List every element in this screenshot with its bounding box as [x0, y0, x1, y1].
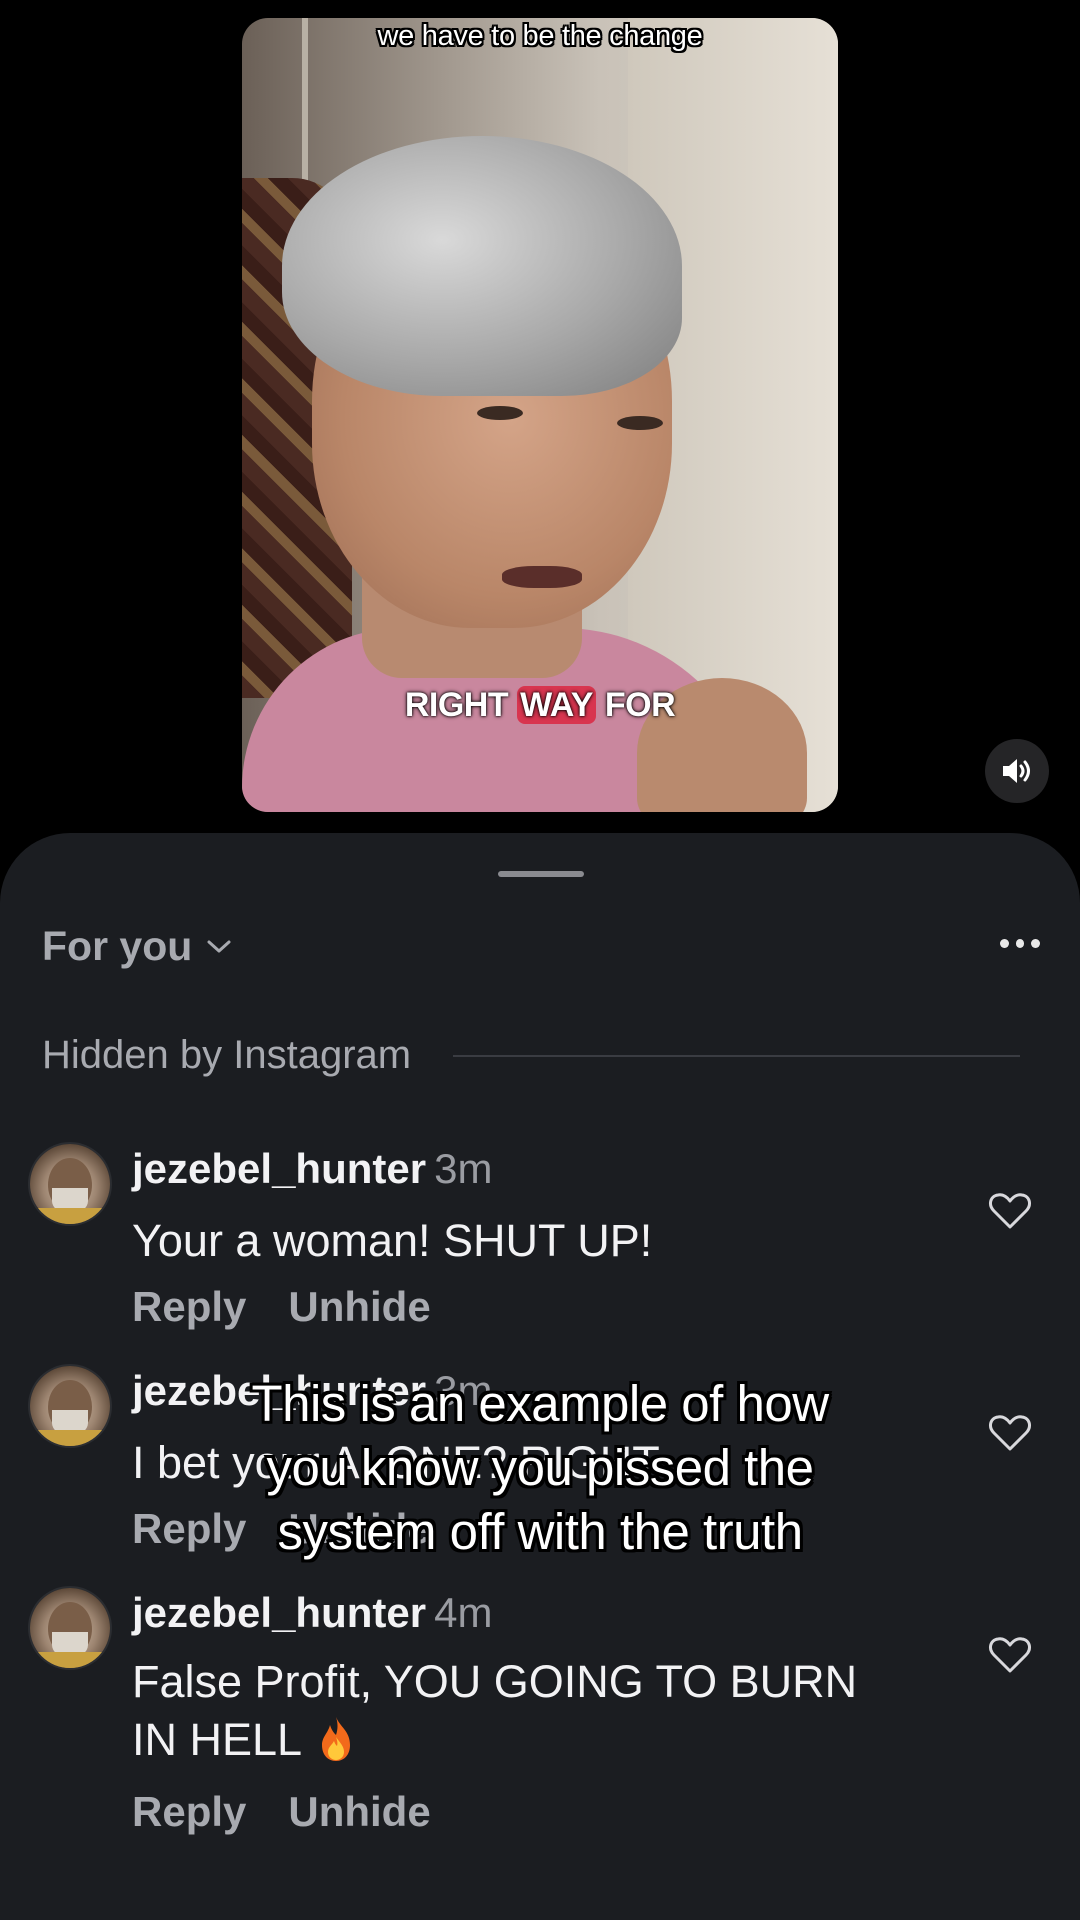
- comment-time: 4m: [434, 1589, 493, 1636]
- more-horizontal-icon[interactable]: [1000, 939, 1041, 949]
- chevron-down-icon: [207, 940, 231, 952]
- video-caption-bottom: RIGHT WAY FOR: [404, 686, 676, 724]
- hidden-section-label: Hidden by Instagram: [42, 1033, 412, 1077]
- heart-icon[interactable]: [988, 1191, 1032, 1231]
- comment-time: 3m: [434, 1145, 493, 1192]
- heart-icon[interactable]: [988, 1635, 1032, 1675]
- comment-text: False Profit, YOU GOING TO BURN IN HELL: [132, 1656, 858, 1765]
- comment-text: Your a woman! SHUT UP!: [132, 1215, 653, 1266]
- section-divider: [453, 1054, 1020, 1057]
- comment-username[interactable]: jezebel_hunter 4m: [132, 1589, 492, 1637]
- overlay-caption: This is an example of how you know you p…: [251, 1375, 829, 1560]
- reply-button[interactable]: Reply: [132, 1788, 246, 1836]
- reply-button[interactable]: Reply: [132, 1283, 246, 1331]
- video-caption-top: we have to be the change: [377, 20, 703, 52]
- unhide-button[interactable]: Unhide: [288, 1283, 430, 1331]
- unhide-button[interactable]: Unhide: [288, 1788, 430, 1836]
- avatar[interactable]: [30, 1144, 110, 1224]
- fire-emoji: [322, 1717, 351, 1761]
- speaker-icon: [1003, 759, 1030, 783]
- comment-filter-dropdown[interactable]: For you: [42, 923, 232, 970]
- avatar[interactable]: [30, 1588, 110, 1668]
- filter-label: For you: [42, 923, 193, 969]
- sheet-drag-handle[interactable]: [498, 871, 584, 877]
- reel-video[interactable]: we have to be the change RIGHT WAY FOR: [242, 18, 838, 812]
- caption-highlight-word: WAY: [517, 686, 596, 724]
- comment-username[interactable]: jezebel_hunter 3m: [132, 1145, 492, 1193]
- hidden-section-header: Hidden by Instagram: [42, 1033, 1020, 1078]
- screen: we have to be the change RIGHT WAY FOR F…: [0, 0, 1080, 1920]
- sound-toggle-button[interactable]: [985, 739, 1049, 803]
